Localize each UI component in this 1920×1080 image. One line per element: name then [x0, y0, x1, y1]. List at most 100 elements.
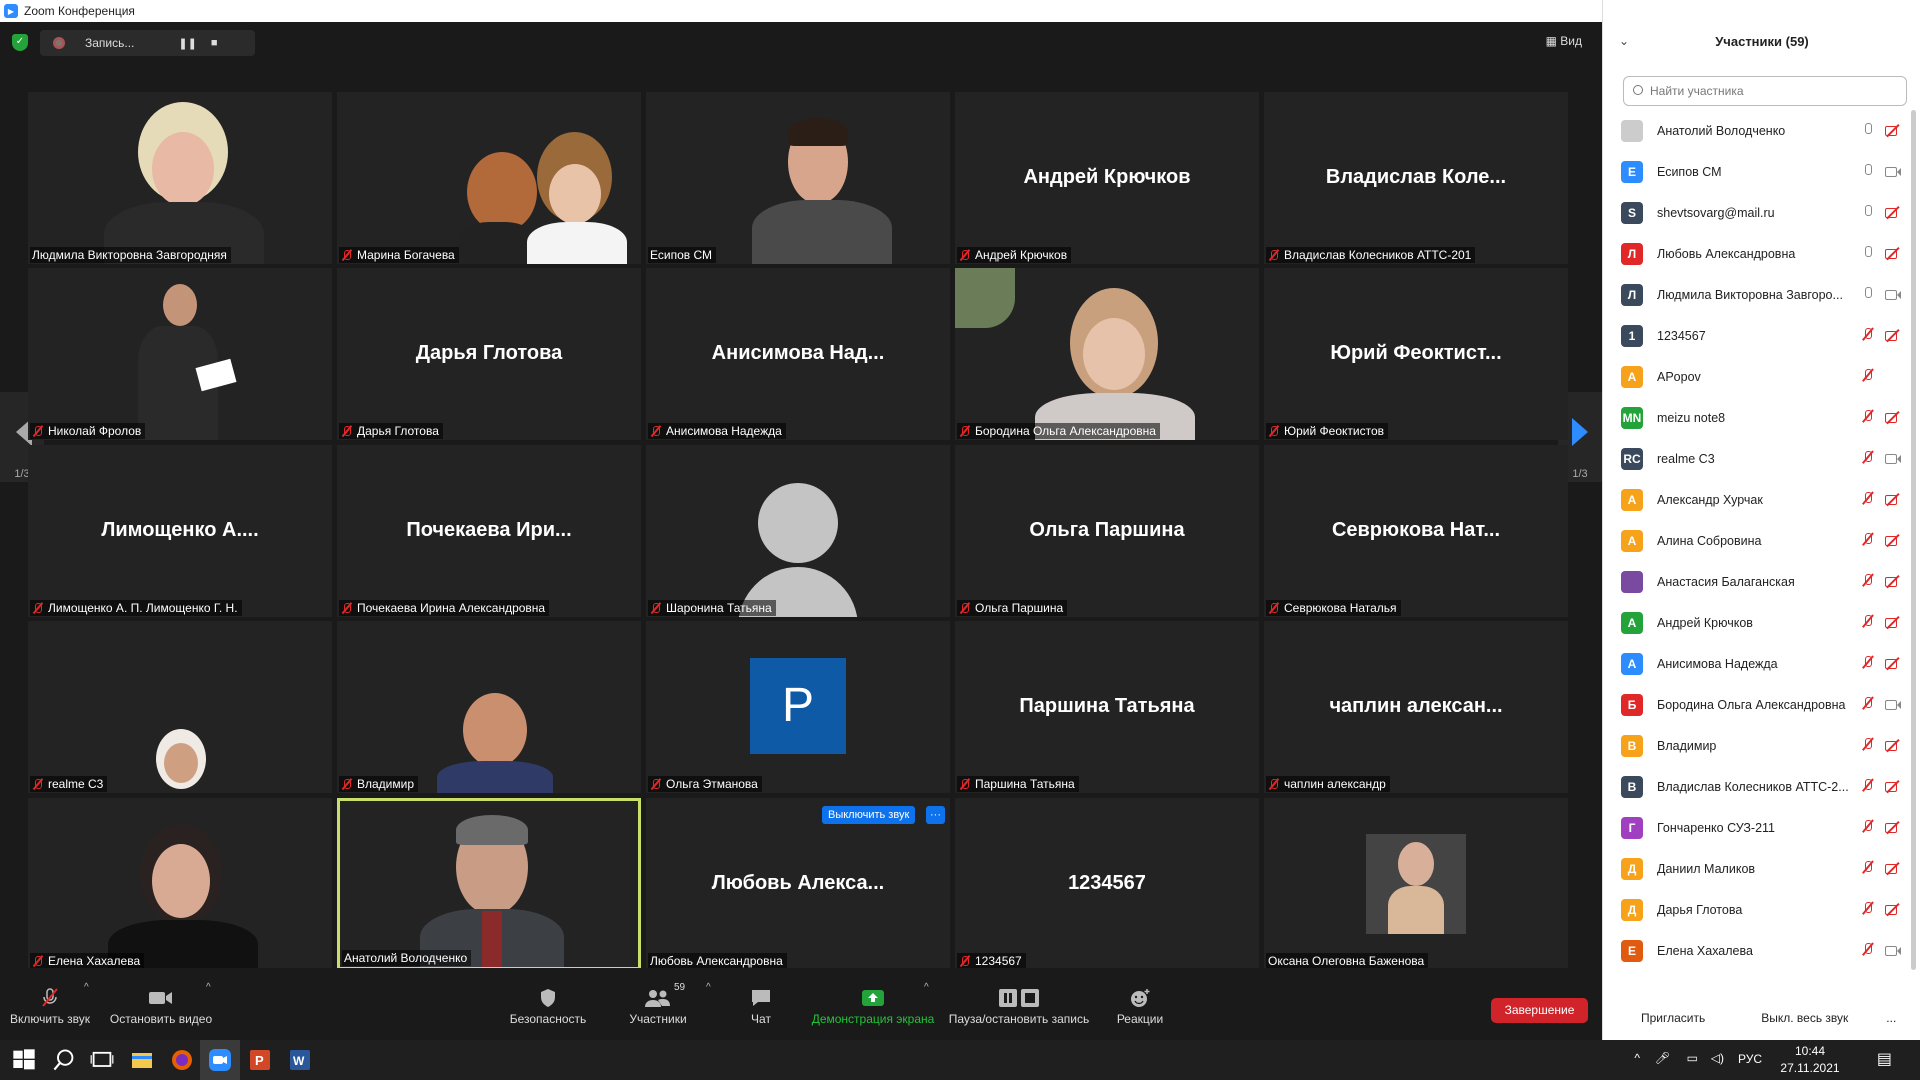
- mic-muted-icon[interactable]: [1861, 901, 1875, 917]
- participant-row[interactable]: Анастасия Балаганская: [1603, 561, 1920, 602]
- stop-video-button[interactable]: Остановить видео: [108, 988, 214, 1026]
- video-tile[interactable]: Бородина Ольга Александровна: [955, 268, 1259, 440]
- end-meeting-button[interactable]: Завершение: [1491, 998, 1588, 1023]
- clock-time[interactable]: 10:44: [1780, 1044, 1840, 1058]
- video-tile[interactable]: Юрий Феоктист... Юрий Феоктистов: [1264, 268, 1568, 440]
- video-tile[interactable]: Паршина Татьяна Паршина Татьяна: [955, 621, 1259, 793]
- mic-muted-icon[interactable]: [1861, 573, 1875, 589]
- word-icon[interactable]: W: [288, 1048, 312, 1072]
- mic-icon[interactable]: [1861, 122, 1875, 138]
- mic-muted-icon[interactable]: [1861, 450, 1875, 466]
- video-tile[interactable]: Владимир: [337, 621, 641, 793]
- video-tile[interactable]: Почекаева Ири... Почекаева Ирина Александ…: [337, 445, 641, 617]
- firefox-icon[interactable]: [170, 1048, 194, 1072]
- unmute-button[interactable]: Включить звук: [8, 988, 92, 1026]
- search-taskbar-icon[interactable]: [52, 1048, 76, 1072]
- participant-row[interactable]: Г Гончаренко СУЗ-211: [1603, 807, 1920, 848]
- participant-row[interactable]: Е Есипов СМ: [1603, 151, 1920, 192]
- file-explorer-icon[interactable]: [130, 1048, 154, 1072]
- participant-row[interactable]: А Андрей Крючков: [1603, 602, 1920, 643]
- invite-button[interactable]: Пригласить: [1631, 1008, 1715, 1028]
- pause-record-icon[interactable]: ❚❚: [178, 37, 196, 50]
- zoom-taskbar-icon[interactable]: [208, 1048, 232, 1072]
- mic-icon[interactable]: [1861, 245, 1875, 261]
- security-shield-icon[interactable]: ✓: [12, 34, 28, 51]
- participant-row[interactable]: MN meizu note8: [1603, 397, 1920, 438]
- mic-muted-icon[interactable]: [1861, 532, 1875, 548]
- participant-row[interactable]: Д Дарья Глотова: [1603, 889, 1920, 930]
- stop-record-icon[interactable]: ■: [211, 37, 218, 49]
- participant-row[interactable]: А Александр Хурчак: [1603, 479, 1920, 520]
- video-tile[interactable]: Есипов СМ: [646, 92, 950, 264]
- mic-muted-icon[interactable]: [1861, 368, 1875, 384]
- participant-row[interactable]: Д Даниил Маликов: [1603, 848, 1920, 889]
- audio-options-caret[interactable]: ^: [84, 982, 89, 993]
- reactions-button[interactable]: Реакции: [1114, 988, 1166, 1026]
- notifications-icon[interactable]: ▤: [1877, 1049, 1892, 1069]
- video-tile[interactable]: Оксана Олеговна Баженова: [1264, 798, 1568, 970]
- participant-row[interactable]: В Владимир: [1603, 725, 1920, 766]
- mic-icon[interactable]: [1861, 163, 1875, 179]
- participant-row[interactable]: Sshevtsovarg@mail.ru: [1603, 192, 1920, 233]
- video-options-caret[interactable]: ^: [206, 982, 211, 993]
- powerpoint-icon[interactable]: P: [248, 1048, 272, 1072]
- participant-row[interactable]: А Алина Собровина: [1603, 520, 1920, 561]
- participant-row[interactable]: Б Бородина Ольга Александровна: [1603, 684, 1920, 725]
- tray-volume-icon[interactable]: ◁): [1711, 1051, 1724, 1065]
- task-view-icon[interactable]: [90, 1048, 114, 1072]
- mic-muted-icon[interactable]: [1861, 409, 1875, 425]
- tray-network-icon[interactable]: ▭: [1687, 1051, 1698, 1065]
- windows-start-icon[interactable]: [12, 1048, 36, 1072]
- video-tile[interactable]: Владислав Коле... Владислав Колесников АТ…: [1264, 92, 1568, 264]
- mute-participant-button[interactable]: Выключить звук: [822, 806, 916, 824]
- mic-muted-icon[interactable]: [1861, 860, 1875, 876]
- pause-stop-record-button[interactable]: Пауза/остановить запись: [948, 988, 1090, 1026]
- participant-row[interactable]: Л Любовь Александровна: [1603, 233, 1920, 274]
- participant-search-input[interactable]: Найти участника: [1623, 76, 1907, 106]
- participant-row[interactable]: В Владислав Колесников АТТС-2...: [1603, 766, 1920, 807]
- video-tile[interactable]: P Ольга Этманова: [646, 621, 950, 793]
- mic-muted-icon[interactable]: [1861, 327, 1875, 343]
- video-tile[interactable]: Лимощенко А.... Лимощенко А. П. Лимощенко…: [28, 445, 332, 617]
- video-tile[interactable]: Любовь Алекса... Любовь Александровна Выкл…: [646, 798, 950, 970]
- mic-muted-icon[interactable]: [1861, 819, 1875, 835]
- view-button[interactable]: ▦ Вид: [1546, 34, 1582, 48]
- video-tile[interactable]: Севрюкова Нат... Севрюкова Наталья: [1264, 445, 1568, 617]
- participant-row[interactable]: Анатолий Володченко: [1603, 110, 1920, 151]
- video-tile[interactable]: Ольга Паршина Ольга Паршина: [955, 445, 1259, 617]
- mic-muted-icon[interactable]: [1861, 737, 1875, 753]
- participant-row[interactable]: RC realme C3: [1603, 438, 1920, 479]
- participant-list-scrollbar[interactable]: [1911, 110, 1916, 970]
- video-tile[interactable]: realme C3: [28, 621, 332, 793]
- mic-icon[interactable]: [1861, 286, 1875, 302]
- mic-muted-icon[interactable]: [1861, 778, 1875, 794]
- tray-chevron-icon[interactable]: ^: [1634, 1051, 1640, 1065]
- participants-button[interactable]: Участники: [622, 988, 694, 1026]
- participant-row[interactable]: A APopov: [1603, 356, 1920, 397]
- chat-button[interactable]: Чат: [744, 988, 778, 1026]
- participants-options-caret[interactable]: ^: [706, 982, 711, 993]
- participant-row[interactable]: А Анисимова Надежда: [1603, 643, 1920, 684]
- participant-row[interactable]: Е Елена Хахалева: [1603, 930, 1920, 971]
- more-options-button[interactable]: ...: [1876, 1008, 1906, 1028]
- security-button[interactable]: Безопасность: [508, 988, 588, 1026]
- video-tile[interactable]: Марина Богачева: [337, 92, 641, 264]
- video-tile[interactable]: Андрей Крючков Андрей Крючков: [955, 92, 1259, 264]
- video-tile[interactable]: Людмила Викторовна Завгородняя: [28, 92, 332, 264]
- video-tile[interactable]: Елена Хахалева: [28, 798, 332, 970]
- mic-muted-icon[interactable]: [1861, 614, 1875, 630]
- video-tile[interactable]: 1234567 1234567: [955, 798, 1259, 970]
- mic-muted-icon[interactable]: [1861, 655, 1875, 671]
- tray-mic-icon[interactable]: 🎤︎: [1655, 1051, 1670, 1065]
- video-tile[interactable]: Анисимова Над... Анисимова Надежда: [646, 268, 950, 440]
- share-screen-button[interactable]: Демонстрация экрана: [808, 988, 938, 1026]
- video-tile[interactable]: Анатолий Володченко: [337, 798, 641, 970]
- language-indicator[interactable]: РУС: [1738, 1052, 1762, 1066]
- video-tile[interactable]: чаплин алексан... чаплин александр: [1264, 621, 1568, 793]
- mute-all-button[interactable]: Выкл. весь звук: [1751, 1008, 1858, 1028]
- video-tile[interactable]: Николай Фролов: [28, 268, 332, 440]
- participant-row[interactable]: 1 1234567: [1603, 315, 1920, 356]
- mic-icon[interactable]: [1861, 204, 1875, 220]
- video-tile[interactable]: Шаронина Татьяна: [646, 445, 950, 617]
- video-tile[interactable]: Дарья Глотова Дарья Глотова: [337, 268, 641, 440]
